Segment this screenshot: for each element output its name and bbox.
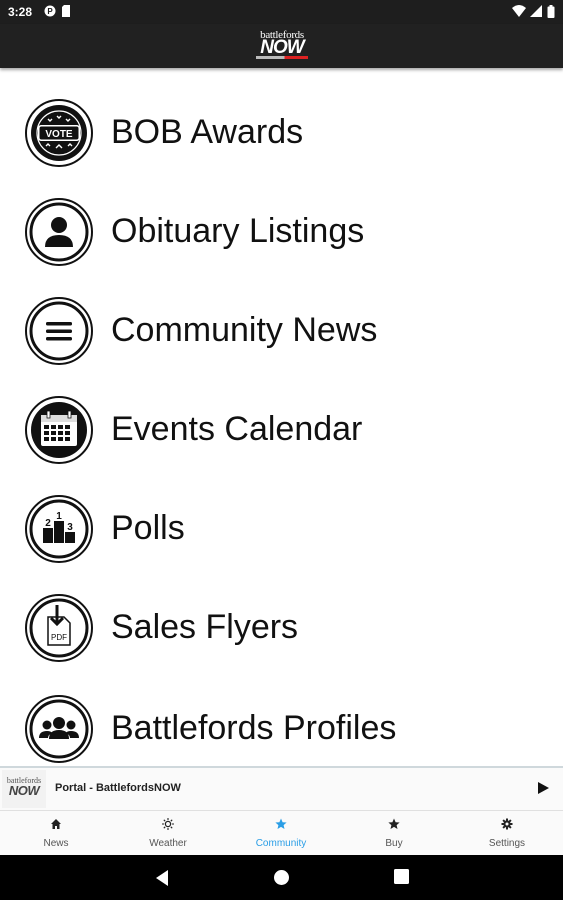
- pdf-text: PDF: [51, 633, 67, 642]
- tab-label: Community: [255, 838, 307, 849]
- menu-item-label: Community News: [111, 311, 378, 349]
- battlefords-now-logo: battlefords NOW: [250, 30, 314, 62]
- app-header: battlefords NOW: [0, 24, 563, 68]
- player-thumbnail: battlefords NOW: [2, 770, 46, 808]
- menu-item-obituary-listings[interactable]: Obituary Listings: [0, 182, 563, 281]
- podium-icon: 1 2 3: [25, 495, 93, 563]
- tab-weather[interactable]: Weather: [112, 811, 224, 856]
- app-notification-icon: P: [44, 5, 56, 20]
- thumbnail-text-main: NOW: [8, 783, 40, 798]
- mini-player[interactable]: battlefords NOW Portal - BattlefordsNOW: [0, 766, 563, 810]
- tab-label: Settings: [488, 838, 526, 849]
- podium-second-text: 2: [45, 518, 51, 529]
- system-navigation-bar: [0, 855, 563, 900]
- menu-item-polls[interactable]: 1 2 3 Polls: [0, 479, 563, 578]
- home-button-icon[interactable]: [273, 869, 290, 886]
- community-menu-list: VOTE BOB Awards Obituary Listings Commun…: [0, 68, 563, 766]
- menu-item-label: Sales Flyers: [111, 608, 299, 646]
- menu-item-label: Events Calendar: [111, 410, 363, 448]
- menu-item-label: Obituary Listings: [111, 212, 365, 250]
- star-icon: [388, 818, 400, 829]
- play-icon[interactable]: [535, 780, 551, 796]
- podium-first-text: 1: [56, 511, 62, 522]
- menu-item-events-calendar[interactable]: Events Calendar: [0, 380, 563, 479]
- svg-text:P: P: [47, 7, 53, 16]
- star-icon: [275, 818, 287, 829]
- tab-buy[interactable]: Buy: [338, 811, 450, 856]
- menu-item-label: Polls: [111, 509, 185, 547]
- podium-third-text: 3: [67, 522, 73, 533]
- menu-item-community-news[interactable]: Community News: [0, 281, 563, 380]
- vote-text: VOTE: [45, 129, 73, 140]
- menu-item-label: BOB Awards: [111, 113, 304, 151]
- tab-label: News: [43, 838, 69, 849]
- tab-news[interactable]: News: [0, 811, 112, 856]
- menu-item-label: Battlefords Profiles: [111, 709, 397, 747]
- status-bar: 3:28 P: [0, 0, 563, 24]
- tab-label: Buy: [385, 838, 403, 849]
- tab-label: Weather: [149, 838, 187, 849]
- player-title: Portal - BattlefordsNOW: [55, 782, 181, 794]
- pdf-download-icon: PDF: [25, 594, 93, 662]
- recents-icon[interactable]: [394, 869, 409, 884]
- battery-icon: [547, 5, 555, 21]
- tab-community[interactable]: Community: [225, 811, 337, 856]
- gear-icon: [501, 818, 513, 830]
- home-icon: [51, 819, 61, 829]
- status-time: 3:28: [8, 5, 33, 19]
- menu-item-bob-awards[interactable]: VOTE BOB Awards: [0, 83, 563, 182]
- menu-item-battlefords-profiles[interactable]: Battlefords Profiles: [0, 679, 563, 766]
- logo-text-main: NOW: [260, 37, 304, 58]
- vote-badge-icon: VOTE: [25, 99, 93, 167]
- sim-card-icon: [62, 5, 72, 20]
- calendar-icon: [25, 396, 93, 464]
- signal-icon: [530, 5, 542, 20]
- menu-lines-icon: [25, 297, 93, 365]
- menu-item-sales-flyers[interactable]: PDF Sales Flyers: [0, 578, 563, 677]
- group-icon: [25, 695, 93, 763]
- wifi-icon: [512, 5, 526, 20]
- back-icon[interactable]: [154, 869, 170, 887]
- tab-settings[interactable]: Settings: [451, 811, 563, 856]
- person-icon: [25, 198, 93, 266]
- sun-icon: [162, 818, 174, 830]
- bottom-navigation: News Weather Community Buy Settings: [0, 810, 563, 855]
